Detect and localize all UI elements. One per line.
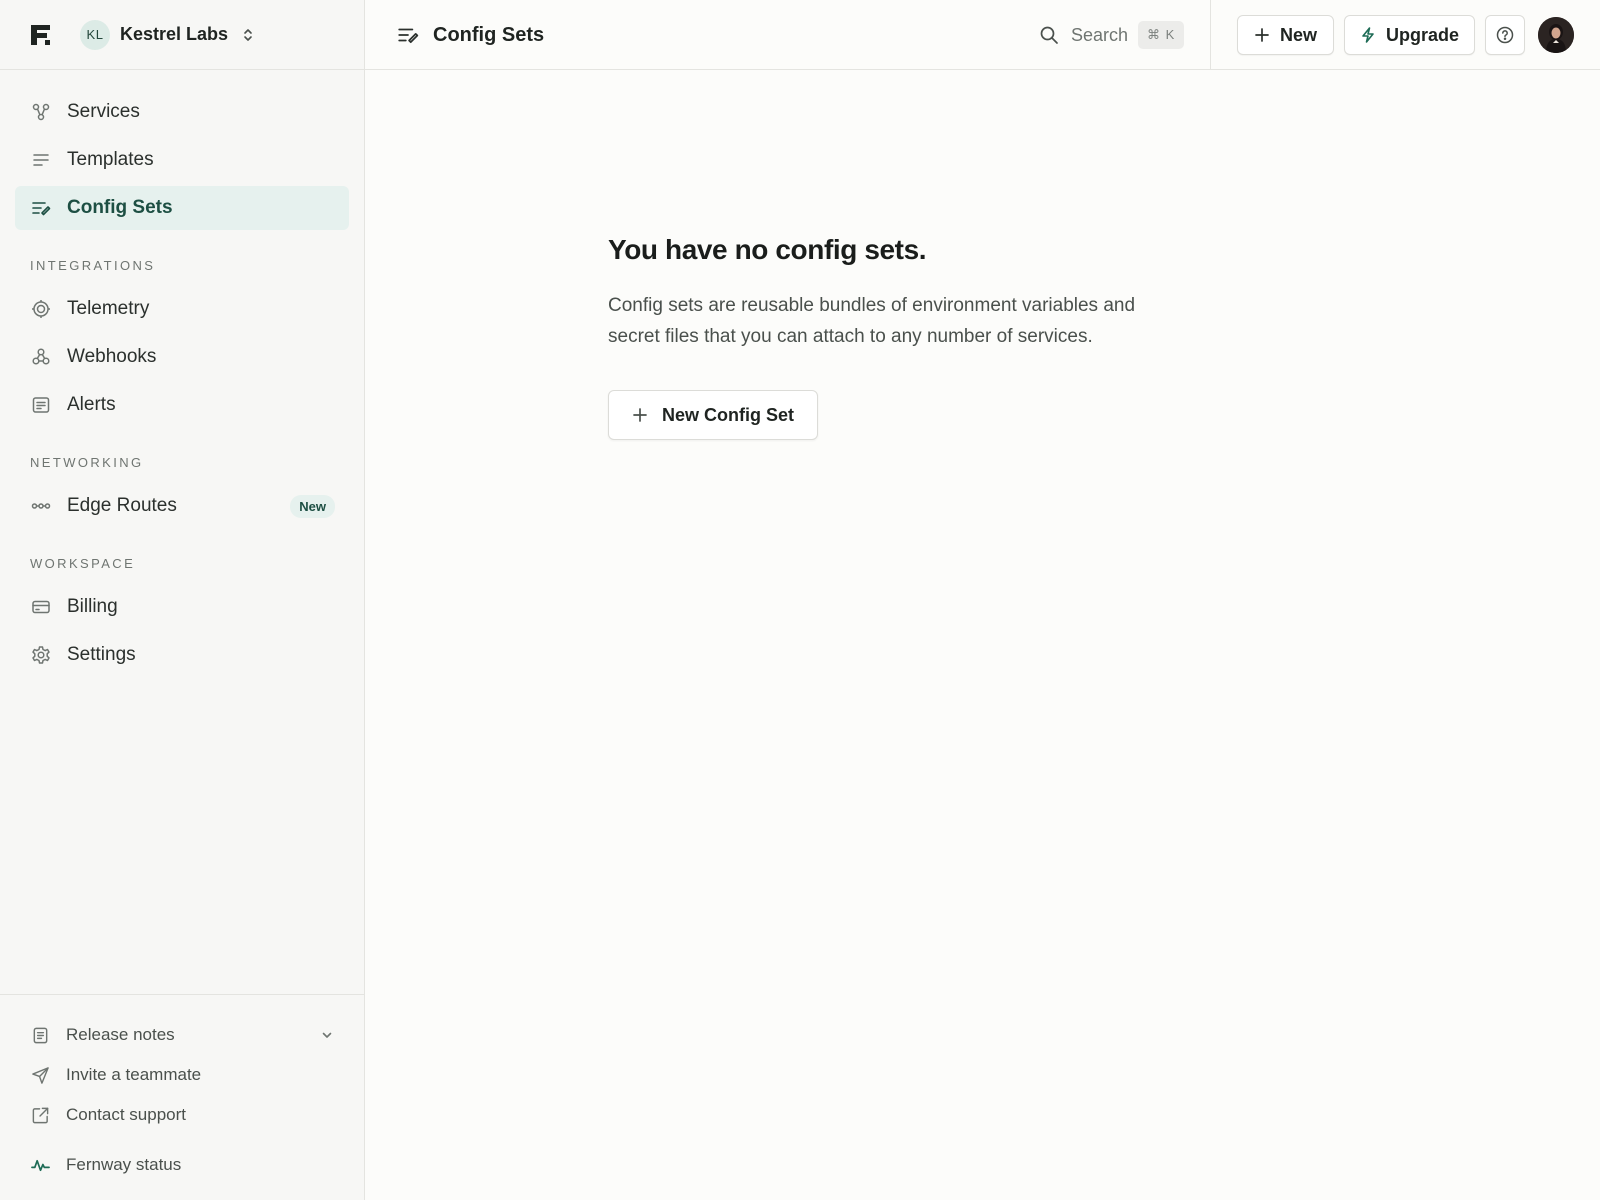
billing-icon — [31, 597, 51, 617]
release-notes-link[interactable]: Release notes — [0, 1015, 364, 1055]
external-link-icon — [31, 1106, 50, 1125]
sidebar-item-settings[interactable]: Settings — [15, 633, 349, 677]
invite-teammate-link[interactable]: Invite a teammate — [0, 1055, 364, 1095]
send-icon — [31, 1066, 50, 1085]
sidebar-item-label: Settings — [67, 644, 136, 665]
sidebar-header: KL Kestrel Labs — [0, 0, 364, 70]
help-button[interactable] — [1485, 15, 1525, 55]
sidebar-item-templates[interactable]: Templates — [15, 138, 349, 182]
telemetry-icon — [31, 299, 51, 319]
empty-state: You have no config sets. Config sets are… — [608, 234, 1208, 440]
workspace-avatar[interactable]: KL — [80, 19, 110, 50]
config-sets-icon — [31, 198, 51, 218]
workspace-name[interactable]: Kestrel Labs — [120, 24, 228, 45]
release-notes-icon — [31, 1026, 50, 1045]
sidebar-nav: Services Templates Config Sets INTEGRATI… — [0, 70, 364, 677]
footer-item-label: Release notes — [66, 1025, 175, 1044]
sidebar-footer: Release notes Invite a teammate Contact … — [0, 994, 364, 1200]
plus-icon — [1254, 27, 1270, 43]
new-config-set-label: New Config Set — [662, 404, 795, 425]
chevron-up-down-icon[interactable] — [242, 27, 254, 43]
search-label: Search — [1071, 24, 1129, 45]
page-header: Config Sets — [397, 0, 544, 70]
topbar: Config Sets Search ⌘ K New Upgrade — [365, 0, 1600, 70]
empty-state-description: Config sets are reusable bundles of envi… — [608, 295, 1136, 347]
page-title: Config Sets — [433, 23, 545, 46]
user-avatar[interactable] — [1538, 17, 1574, 53]
edge-routes-icon — [31, 496, 51, 516]
alerts-icon — [31, 395, 51, 415]
lightning-icon — [1360, 27, 1376, 43]
sidebar-item-alerts[interactable]: Alerts — [15, 383, 349, 427]
gear-icon — [31, 645, 51, 665]
footer-item-label: Invite a teammate — [66, 1065, 202, 1084]
upgrade-button[interactable]: Upgrade — [1344, 15, 1475, 55]
sidebar-item-label: Templates — [67, 149, 154, 170]
fernway-status-link[interactable]: Fernway status — [0, 1145, 364, 1185]
config-sets-icon — [397, 24, 419, 46]
templates-icon — [31, 150, 51, 170]
webhooks-icon — [31, 347, 51, 367]
search-button[interactable]: Search ⌘ K — [1039, 20, 1185, 50]
upgrade-button-label: Upgrade — [1385, 24, 1459, 45]
activity-icon — [31, 1156, 50, 1175]
footer-item-label: Fernway status — [66, 1155, 182, 1174]
new-button[interactable]: New — [1237, 15, 1334, 55]
empty-state-title: You have no config sets. — [608, 234, 927, 265]
fernway-logo-icon[interactable] — [28, 22, 54, 48]
search-shortcut: ⌘ K — [1138, 21, 1185, 49]
sidebar: KL Kestrel Labs Services Templates Confi… — [0, 0, 365, 1200]
sidebar-item-services[interactable]: Services — [15, 90, 349, 134]
new-badge: New — [290, 495, 335, 518]
chevron-down-icon[interactable] — [320, 1028, 334, 1042]
services-icon — [31, 102, 51, 122]
search-icon — [1039, 25, 1059, 45]
plus-icon — [632, 407, 648, 423]
section-label-integrations: INTEGRATIONS — [30, 258, 156, 273]
sidebar-item-telemetry[interactable]: Telemetry — [15, 287, 349, 331]
new-button-label: New — [1279, 24, 1317, 45]
sidebar-item-label: Telemetry — [67, 298, 150, 319]
footer-item-label: Contact support — [66, 1105, 187, 1124]
sidebar-item-config-sets[interactable]: Config Sets — [15, 186, 349, 230]
topbar-divider — [1210, 0, 1211, 70]
help-circle-icon — [1496, 26, 1514, 44]
sidebar-item-label: Billing — [67, 596, 118, 617]
sidebar-item-webhooks[interactable]: Webhooks — [15, 335, 349, 379]
new-config-set-button[interactable]: New Config Set — [608, 390, 819, 440]
sidebar-item-label: Edge Routes — [67, 495, 177, 516]
sidebar-item-billing[interactable]: Billing — [15, 585, 349, 629]
section-label-networking: NETWORKING — [30, 455, 144, 470]
contact-support-link[interactable]: Contact support — [0, 1095, 364, 1135]
sidebar-item-label: Alerts — [67, 394, 116, 415]
sidebar-item-label: Services — [67, 101, 140, 122]
section-label-workspace: WORKSPACE — [30, 556, 136, 571]
sidebar-item-edge-routes[interactable]: Edge Routes New — [15, 484, 349, 528]
sidebar-item-label: Webhooks — [67, 346, 157, 367]
sidebar-item-label: Config Sets — [67, 197, 173, 218]
